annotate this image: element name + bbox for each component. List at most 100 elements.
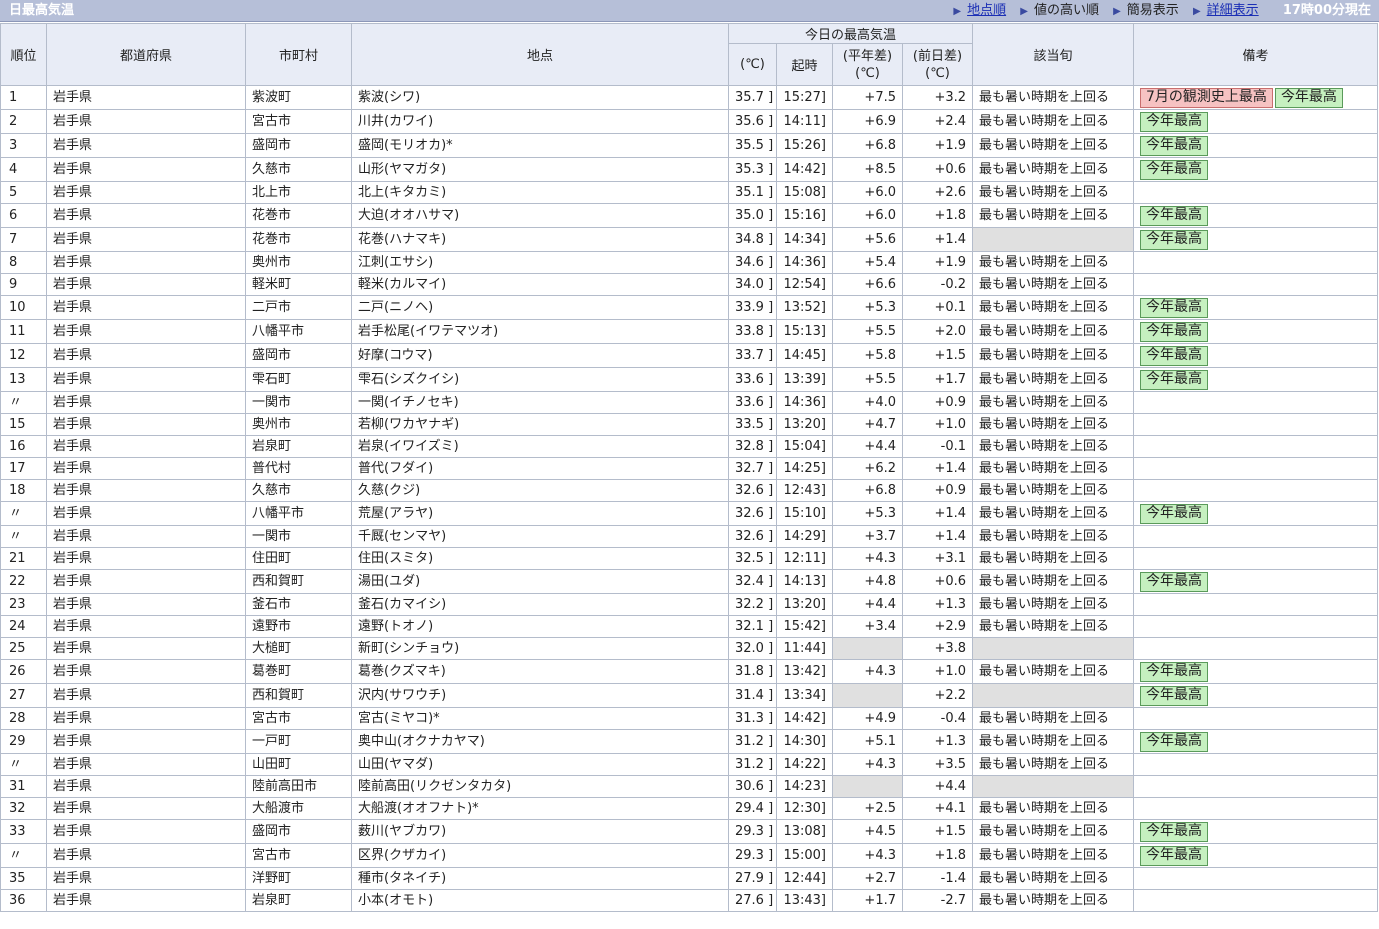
temp-cell: 27.9 ] [728,867,777,890]
pref-cell: 岩手県 [46,391,246,414]
prev-diff-cell: +1.0 [901,659,974,684]
prev-diff-cell: +1.4 [901,457,974,480]
city-cell: 岩泉町 [245,435,352,458]
city-cell: 奥州市 [245,413,352,436]
note-cell [1133,525,1379,548]
detail-view-link[interactable]: 詳細表示 [1207,3,1259,18]
table-row: 〃岩手県 宮古市 区界(クザカイ) 29.3 ] 15:00] +4.3 +1.8 最も暑い時… [0,843,1379,868]
period-cell: 最も暑い時期を上回る [972,843,1135,868]
station-cell: 盛岡(モリオカ)* [351,133,729,158]
rank-cell: 29 [0,729,47,754]
city-cell: 一関市 [245,525,352,548]
station-cell: 薮川(ヤブカワ) [351,819,729,844]
rank-cell: 8 [0,251,47,274]
time-cell: 12:30] [776,797,833,820]
pref-cell: 岩手県 [46,775,246,798]
station-cell: 普代(フダイ) [351,457,729,480]
rank-cell: 17 [0,457,47,480]
temp-cell: 32.6 ] [728,479,777,502]
rank-cell: 〃 [0,843,47,868]
rank-cell: 9 [0,273,47,296]
note-cell [1133,413,1379,436]
note-cell [1133,593,1379,616]
table-row: 〃岩手県 一関市 千厩(センマヤ) 32.6 ] 14:29] +3.7 +1.4 最も暑い時… [0,525,1379,548]
table-row: 3 岩手県 盛岡市 盛岡(モリオカ)* 35.5 ] 15:26] +6.8 +1.9 最も暑い… [0,133,1379,158]
table-row: 7 岩手県 花巻市 花巻(ハナマキ) 34.8 ] 14:34] +5.6 +1.4 今年最高 [0,227,1379,252]
period-cell: 最も暑い時期を上回る [972,391,1135,414]
col-note: 備考 [1133,23,1379,86]
temp-cell: 35.1 ] [728,181,777,204]
prev-diff-cell: -2.7 [901,889,974,912]
time-cell: 14:22] [776,753,833,776]
pref-cell: 岩手県 [46,525,246,548]
temp-cell: 34.8 ] [728,227,777,252]
normal-diff-cell: +6.0 [832,181,903,204]
station-cell: 湯田(ユダ) [351,569,729,594]
rank-cell: 12 [0,343,47,368]
note-cell [1133,547,1379,570]
table-row: 33 岩手県 盛岡市 薮川(ヤブカワ) 29.3 ] 13:08] +4.5 +1.5 最も暑い… [0,819,1379,844]
col-normal-diff: (平年差) (℃) [832,43,903,86]
temperature-table: 順位 都道府県 市町村 地点 今日の最高気温 該当旬 備考 (℃) 起時 (平年… [0,23,1379,912]
time-cell: 14:45] [776,343,833,368]
note-cell [1133,479,1379,502]
station-cell: 雫石(シズクイシ) [351,367,729,392]
period-cell: 最も暑い時期を上回る [972,729,1135,754]
col-time: 起時 [776,43,833,86]
temp-cell: 32.2 ] [728,593,777,616]
temp-cell: 32.5 ] [728,547,777,570]
prev-diff-cell: +2.2 [901,683,974,708]
table-row: 8 岩手県 奥州市 江刺(エサシ) 34.6 ] 14:36] +5.4 +1.9 最も暑い時期… [0,251,1379,274]
station-cell: 大迫(オオハサマ) [351,203,729,228]
period-cell: 最も暑い時期を上回る [972,659,1135,684]
city-cell: 西和賀町 [245,569,352,594]
period-cell: 最も暑い時期を上回る [972,593,1135,616]
normal-diff-cell: +5.4 [832,251,903,274]
pref-cell: 岩手県 [46,133,246,158]
pref-cell: 岩手県 [46,157,246,182]
pref-cell: 岩手県 [46,683,246,708]
city-cell: 大槌町 [245,637,352,660]
table-row: 10 岩手県 二戸市 二戸(ニノヘ) 33.9 ] 13:52] +5.3 +0.1 最も暑い時… [0,295,1379,320]
year-max-badge: 今年最高 [1274,87,1343,108]
prev-diff-cell: +1.3 [901,729,974,754]
city-cell: 普代村 [245,457,352,480]
temp-cell: 29.3 ] [728,819,777,844]
pref-cell: 岩手県 [46,569,246,594]
city-cell: 花巻市 [245,203,352,228]
sort-station-link[interactable]: 地点順 [967,3,1006,18]
pref-cell: 岩手県 [46,251,246,274]
period-cell: 最も暑い時期を上回る [972,181,1135,204]
year-max-badge: 今年最高 [1140,369,1209,390]
time-cell: 15:10] [776,501,833,526]
normal-diff-cell: +4.5 [832,819,903,844]
note-cell: 今年最高 [1133,157,1379,182]
note-cell [1133,273,1379,296]
table-row: 27 岩手県 西和賀町 沢内(サワウチ) 31.4 ] 13:34] +2.2 今年最高 [0,683,1379,708]
prev-diff-cell: -0.4 [901,707,974,730]
rank-cell: 6 [0,203,47,228]
city-cell: 奥州市 [245,251,352,274]
pref-cell: 岩手県 [46,343,246,368]
station-cell: 一関(イチノセキ) [351,391,729,414]
col-city: 市町村 [245,23,352,86]
note-cell: 今年最高 [1133,501,1379,526]
time-cell: 15:27] [776,85,833,110]
time-cell: 14:34] [776,227,833,252]
city-cell: 住田町 [245,547,352,570]
pref-cell: 岩手県 [46,109,246,134]
rank-cell: 1 [0,85,47,110]
pref-cell: 岩手県 [46,203,246,228]
time-cell: 12:54] [776,273,833,296]
city-cell: 一関市 [245,391,352,414]
period-cell [972,683,1135,708]
pref-cell: 岩手県 [46,637,246,660]
prev-diff-cell: +1.8 [901,843,974,868]
note-cell [1133,391,1379,414]
note-cell [1133,637,1379,660]
pref-cell: 岩手県 [46,707,246,730]
temp-cell: 32.6 ] [728,525,777,548]
rank-cell: 36 [0,889,47,912]
time-cell: 12:11] [776,547,833,570]
table-row: 2 岩手県 宮古市 川井(カワイ) 35.6 ] 14:11] +6.9 +2.4 最も暑い時期… [0,109,1379,134]
